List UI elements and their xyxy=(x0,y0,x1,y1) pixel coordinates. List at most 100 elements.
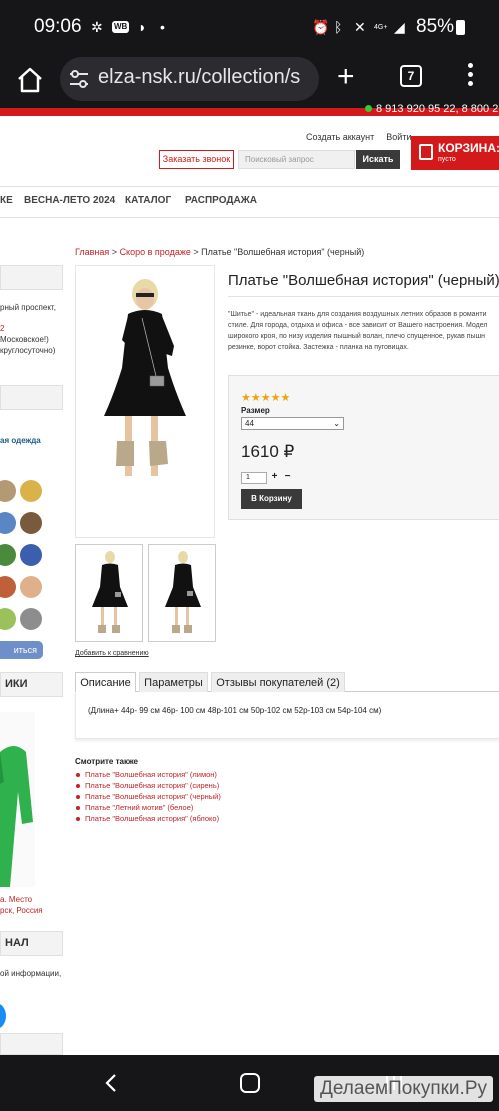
quantity-decrease-button[interactable]: − xyxy=(282,472,293,483)
status-bar: 09:06 ✲ WB ◗ • ⏰ ᛒ ✕ 4G+ ◢ 85% xyxy=(0,0,499,55)
nav-item-catalog[interactable]: КАТАЛОГ xyxy=(125,195,171,206)
see-also-title: Смотрите также xyxy=(75,757,138,766)
tab-reviews[interactable]: Отзывы покупателей (2) xyxy=(211,672,345,692)
subscriber-avatar[interactable] xyxy=(20,512,42,534)
signal-icon: ◢ xyxy=(394,19,405,35)
sidebar-product-image[interactable] xyxy=(0,712,35,887)
see-also-link[interactable]: Платье "Летний мотив" (белое) xyxy=(75,802,221,813)
home-icon[interactable] xyxy=(15,65,45,95)
battery-level: 85% xyxy=(416,16,455,37)
add-to-cart-button[interactable]: В Корзину xyxy=(241,489,302,509)
home-button[interactable] xyxy=(240,1073,260,1093)
cart-status: пусто xyxy=(438,156,456,163)
browser-toolbar: elza-nsk.ru/collection/s + 7 xyxy=(0,55,499,108)
buy-box: ★★★★★ Размер 44 ⌄ 1610 ₽ 1 + − В Корзину xyxy=(228,375,499,520)
sidebar-info-text: ой информации, xyxy=(0,969,62,978)
size-select[interactable]: 44 ⌄ xyxy=(241,417,344,430)
sidebar-heading-box: ИКИ xyxy=(0,672,63,697)
bluetooth-icon: ᛒ xyxy=(334,19,343,35)
subscriber-avatar[interactable] xyxy=(0,512,16,534)
product-thumbnail[interactable] xyxy=(75,544,143,642)
see-also-link[interactable]: Платье "Волшебная история" (черный) xyxy=(75,791,221,802)
sidebar: рный проспект, 2 Московское!) круглосуто… xyxy=(0,220,65,1055)
see-also-link[interactable]: Платье "Волшебная история" (сирень) xyxy=(75,780,221,791)
main-nav: КЕ ВЕСНА-ЛЕТО 2024 КАТАЛОГ РАСПРОДАЖА xyxy=(0,186,499,218)
see-also-link[interactable]: Платье "Волшебная история" (лимон) xyxy=(75,769,221,780)
product-price: 1610 ₽ xyxy=(241,442,295,461)
breadcrumb-separator: > xyxy=(193,247,199,257)
search-input[interactable]: Поисковый запрос xyxy=(238,150,355,169)
see-also-link[interactable]: Платье "Волшебная история" (яблоко) xyxy=(75,813,221,824)
new-tab-icon[interactable]: + xyxy=(337,61,355,93)
nav-item-sale[interactable]: РАСПРОДАЖА xyxy=(185,195,257,206)
sidebar-link[interactable]: ая одежда xyxy=(0,435,41,446)
size-label: Размер xyxy=(241,406,270,415)
login-link[interactable]: Войти xyxy=(386,132,411,142)
network-label: 4G+ xyxy=(374,24,388,31)
nav-item-home[interactable]: КЕ xyxy=(0,195,13,206)
subscriber-avatar[interactable] xyxy=(0,480,16,502)
size-value: 44 xyxy=(245,419,254,428)
alarm-icon: ⏰ xyxy=(312,19,330,35)
address-line: круглосуточно) xyxy=(0,346,56,355)
phone-numbers: 8 913 920 95 22, 8 800 2 xyxy=(365,103,498,115)
rating-stars: ★★★★★ xyxy=(241,392,291,404)
subscriber-avatar[interactable] xyxy=(20,544,42,566)
subscriber-avatar[interactable] xyxy=(0,608,16,630)
shopping-bag-icon xyxy=(419,144,433,160)
nav-item-spring-summer[interactable]: ВЕСНА-ЛЕТО 2024 xyxy=(24,195,115,206)
tab-description[interactable]: Описание xyxy=(75,672,136,692)
back-icon[interactable] xyxy=(100,1071,124,1095)
product-thumbnail[interactable] xyxy=(148,544,216,642)
cart-button[interactable]: КОРЗИНА: пусто xyxy=(411,136,499,170)
breadcrumb-home[interactable]: Главная xyxy=(75,247,109,257)
sidebar-box-1 xyxy=(0,265,63,290)
social-button[interactable] xyxy=(0,1003,6,1029)
search-button[interactable]: Искать xyxy=(356,150,400,169)
address-line: рный проспект, xyxy=(0,303,56,312)
url-text: elza-nsk.ru/collection/s xyxy=(98,66,301,88)
cast-icon: ◗ xyxy=(138,19,147,35)
product-tabs: Описание Параметры Отзывы покупателей (2… xyxy=(75,672,499,692)
tab-switcher-button[interactable]: 7 xyxy=(400,65,422,87)
tab-parameters[interactable]: Параметры xyxy=(139,672,208,692)
callback-button[interactable]: Заказать звонок xyxy=(159,150,234,169)
description-line: широкого кроя, по низу изделия пышный во… xyxy=(228,333,486,340)
breadcrumb: Главная > Скоро в продаже > Платье "Волш… xyxy=(75,247,364,257)
add-to-compare-link[interactable]: Добавить к сравнению xyxy=(75,650,149,657)
site-settings-icon[interactable] xyxy=(68,69,90,89)
mute-icon: ✕ xyxy=(354,19,366,35)
more-menu-icon[interactable] xyxy=(468,63,474,93)
address-bar[interactable]: elza-nsk.ru/collection/s xyxy=(60,57,319,101)
subscriber-avatar[interactable] xyxy=(20,480,42,502)
sidebar-box-2 xyxy=(0,385,63,410)
quantity-increase-button[interactable]: + xyxy=(269,472,280,483)
see-also-list: Платье "Волшебная история" (лимон) Плать… xyxy=(75,769,221,824)
product-description: "Шитье" - идеальная ткань для создания в… xyxy=(228,309,499,353)
divider xyxy=(228,296,499,297)
subscriber-avatar[interactable] xyxy=(0,576,16,598)
product-main-image[interactable] xyxy=(75,265,215,538)
address-line: 2 xyxy=(0,324,5,333)
sidebar-caption: а. Место xyxy=(0,895,33,904)
subscriber-avatar[interactable] xyxy=(20,608,42,630)
description-line: резинке, ворот стойка. Застежка - планка… xyxy=(228,344,409,351)
breadcrumb-separator: > xyxy=(111,247,118,257)
subscriber-avatar[interactable] xyxy=(20,576,42,598)
breadcrumb-category[interactable]: Скоро в продаже xyxy=(120,247,191,257)
quantity-input[interactable]: 1 xyxy=(241,472,267,484)
sidebar-heading: НАЛ xyxy=(5,937,29,949)
description-line: "Шитье" - идеальная ткань для создания в… xyxy=(228,311,487,318)
notification-dot-icon: • xyxy=(160,19,165,35)
subscriber-avatar[interactable] xyxy=(0,544,16,566)
top-red-bar: 8 913 920 95 22, 8 800 2 xyxy=(0,103,499,116)
description-line: стиле. Для города, отдыха и офиса - все … xyxy=(228,322,488,329)
status-time: 09:06 xyxy=(34,16,82,37)
create-account-link[interactable]: Создать аккаунт xyxy=(306,132,374,142)
watermark: ДелаемПокупки.Ру xyxy=(314,1076,494,1102)
tab-content: (Длина+ 44р- 99 см 46р- 100 см 48р-101 с… xyxy=(75,693,499,739)
sizes-line: (Длина+ 44р- 99 см 46р- 100 см 48р-101 с… xyxy=(88,706,382,715)
subscribe-button[interactable]: иться xyxy=(0,641,43,659)
account-links: Создать аккаунт Войти xyxy=(306,132,423,142)
battery-icon xyxy=(456,20,465,35)
